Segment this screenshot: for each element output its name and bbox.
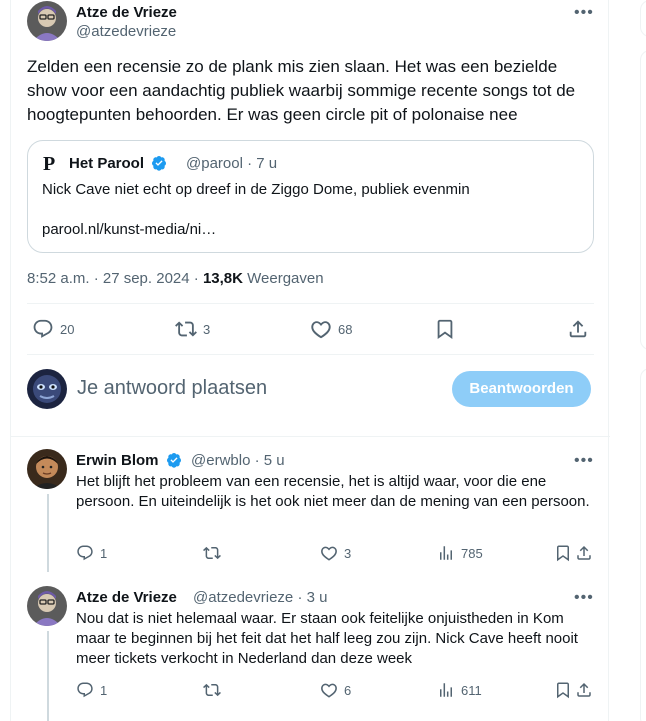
divider: [11, 436, 610, 437]
views-count: 611: [461, 682, 482, 698]
thread-line: [47, 631, 49, 721]
divider: [27, 354, 594, 355]
repost-button[interactable]: [203, 681, 221, 699]
views-count: 785: [461, 545, 483, 561]
bookmark-button[interactable]: [554, 544, 572, 562]
reply-count: 1: [100, 545, 108, 561]
share-button[interactable]: [567, 318, 589, 340]
share-icon: [577, 682, 591, 697]
quoted-tweet-text: Nick Cave niet echt op dreef in de Ziggo…: [42, 181, 470, 198]
reply-avatar[interactable]: [27, 586, 67, 626]
parool-logo: P: [43, 153, 56, 175]
reply-count: 1: [100, 682, 108, 698]
reply-submit-button[interactable]: Beantwoorden: [452, 371, 591, 407]
bookmark-button[interactable]: [434, 318, 456, 340]
like-count: 3: [344, 545, 352, 561]
bookmark-icon: [557, 682, 569, 699]
divider: [27, 303, 594, 304]
like-icon: [321, 683, 337, 698]
quoted-tweet[interactable]: P Het Parool @parool · 7 u Nick Cave nie…: [27, 140, 594, 253]
reply-icon: [33, 319, 53, 338]
repost-icon: [175, 321, 197, 337]
author-handle[interactable]: @atzedevrieze: [76, 23, 176, 40]
reply-button[interactable]: 1: [76, 544, 107, 562]
like-icon: [311, 321, 331, 339]
bookmark-icon: [437, 319, 453, 340]
repost-icon: [203, 546, 221, 560]
quoted-author-handle: @parool · 7 u: [186, 155, 278, 172]
reply-author-name[interactable]: Atze de Vrieze: [76, 589, 177, 606]
sidebar-card: [640, 50, 646, 350]
reply-button[interactable]: 1: [76, 681, 107, 699]
tweet-timestamp[interactable]: 8:52 a.m. · 27 sep. 2024 ·: [27, 270, 203, 287]
thread-line: [47, 494, 49, 572]
views-button[interactable]: 611: [437, 681, 482, 699]
like-icon: [321, 546, 337, 561]
quoted-author-name-text: Het Parool: [69, 155, 145, 172]
author-avatar[interactable]: [27, 1, 67, 41]
repost-count: 3: [203, 321, 211, 337]
share-button[interactable]: [575, 681, 593, 699]
reply-avatar[interactable]: [27, 449, 67, 489]
timeline-column: Atze de Vrieze @atzedevrieze ••• Zelden …: [10, 0, 610, 721]
reply-button[interactable]: 20: [32, 318, 74, 340]
views-icon: [440, 683, 452, 697]
quoted-tweet-link[interactable]: parool.nl/kunst-media/ni…: [42, 221, 216, 238]
like-button[interactable]: 6: [320, 681, 351, 699]
like-count: 68: [338, 321, 353, 337]
repost-button[interactable]: 3: [175, 318, 210, 340]
reply-icon: [77, 545, 93, 561]
bookmark-icon: [557, 545, 569, 562]
share-button[interactable]: [575, 544, 593, 562]
reply-author-name-text: Erwin Blom: [76, 452, 159, 469]
author-name[interactable]: Atze de Vrieze: [76, 4, 177, 21]
verified-icon: [166, 453, 181, 468]
like-count: 6: [344, 682, 352, 698]
reply-icon: [77, 682, 93, 698]
reply-count: 20: [60, 321, 75, 337]
views-icon: [440, 546, 452, 560]
more-icon[interactable]: •••: [574, 5, 594, 21]
reply-author-handle[interactable]: @atzedevrieze · 3 u: [193, 589, 327, 606]
tweet-meta: 8:52 a.m. · 27 sep. 2024 · 13,8K Weergav…: [27, 270, 324, 287]
like-button[interactable]: 3: [320, 544, 351, 562]
reply-author-handle[interactable]: @erwblo · 5 u: [191, 452, 285, 469]
reply-text: Nou dat is niet helemaal waar. Er staan …: [76, 610, 578, 667]
views-label: Weergaven: [242, 270, 324, 287]
views-button[interactable]: 785: [437, 544, 483, 562]
user-avatar[interactable]: [27, 369, 67, 409]
reply-input[interactable]: Je antwoord plaatsen: [77, 377, 267, 400]
share-icon: [569, 320, 587, 338]
like-button[interactable]: 68: [310, 318, 352, 340]
reply-text: Het blijft het probleem van een recensie…: [76, 473, 590, 510]
views-count: 13,8K: [202, 270, 243, 287]
more-icon[interactable]: •••: [574, 453, 594, 469]
tweet-text: Zelden een recensie zo de plank mis zien…: [27, 57, 576, 124]
quoted-author-name: Het Parool: [69, 155, 167, 172]
bookmark-button[interactable]: [554, 681, 572, 699]
repost-icon: [203, 683, 221, 697]
repost-button[interactable]: [203, 544, 221, 562]
share-icon: [577, 545, 591, 560]
sidebar-card: [640, 0, 646, 37]
sidebar-card: [640, 368, 646, 721]
verified-icon: [152, 156, 167, 171]
more-icon[interactable]: •••: [574, 590, 594, 606]
reply-author-name[interactable]: Erwin Blom: [76, 452, 182, 469]
